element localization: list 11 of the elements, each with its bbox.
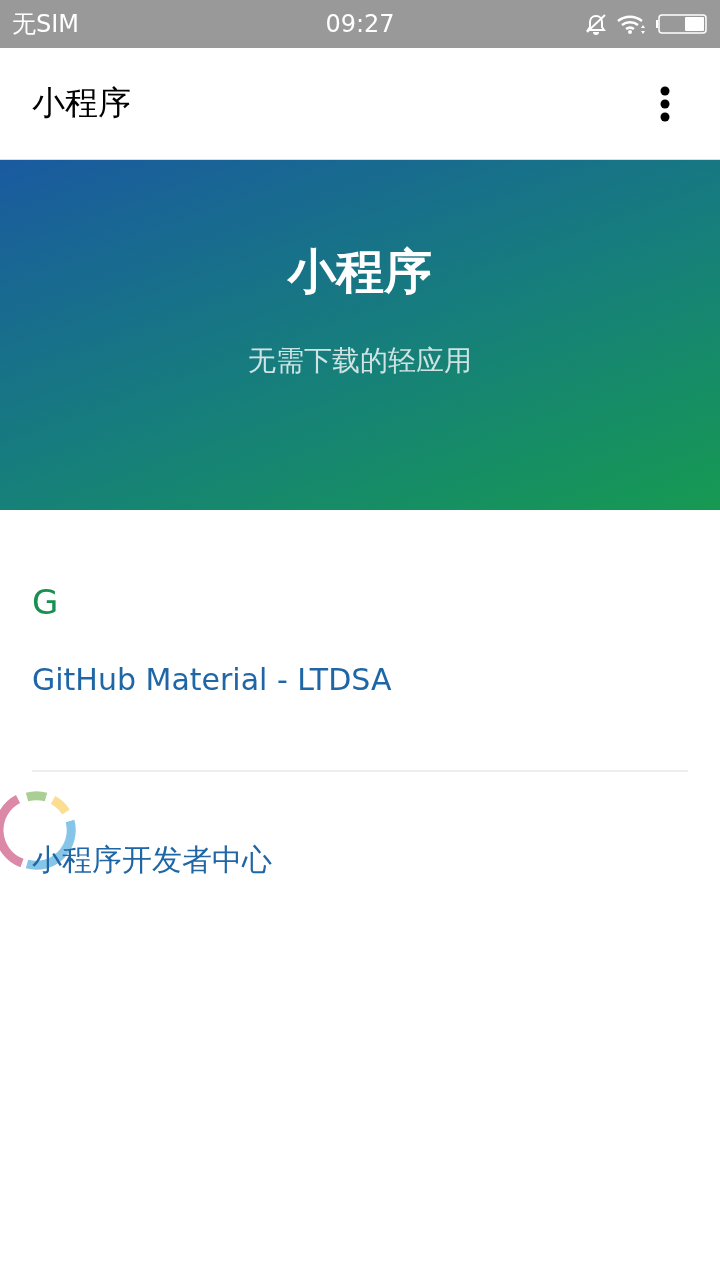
hero-title: 小程序 [288, 242, 432, 301]
muted-bell-icon [584, 13, 608, 35]
clock: 09:27 [325, 10, 395, 38]
wifi-icon [616, 13, 648, 35]
carrier-label: 无SIM [12, 9, 80, 40]
index-letter: G [32, 582, 60, 622]
more-menu-icon[interactable] [660, 85, 670, 122]
app-bar-title: 小程序 [32, 82, 131, 124]
hero-subtitle: 无需下载的轻应用 [248, 343, 472, 379]
link[interactable]: GitHub Material - LTDSA [32, 660, 392, 700]
battery-icon [656, 13, 708, 35]
